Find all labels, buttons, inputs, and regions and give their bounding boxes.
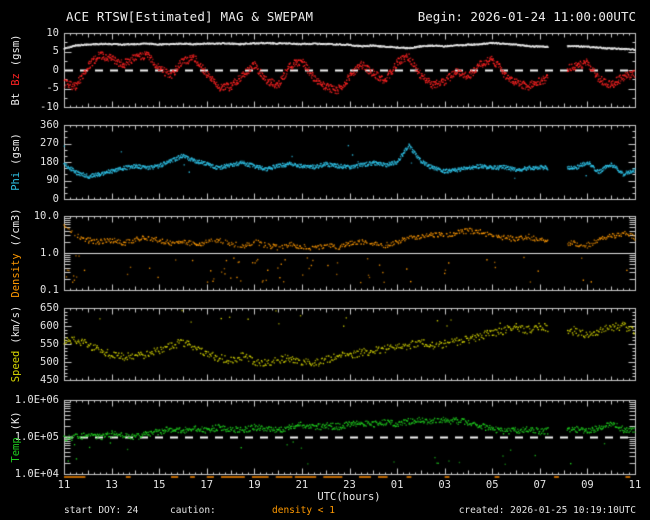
plot-canvas (0, 0, 650, 520)
footer-created: created: 2026-01-25 10:19:10UTC (458, 505, 636, 516)
ace-rtsw-plot-screen: ACE RTSW[Estimated] MAG & SWEPAM Begin: … (0, 0, 650, 520)
footer-start-doy: start DOY: 24 (64, 505, 139, 516)
page-title: ACE RTSW[Estimated] MAG & SWEPAM (66, 9, 314, 24)
footer-caution-value: density < 1 (272, 505, 335, 516)
x-axis-label: UTC(hours) (317, 491, 381, 503)
footer-caution-label: caution: (170, 505, 216, 516)
begin-timestamp: Begin: 2026-01-24 11:00:00UTC (417, 9, 636, 24)
